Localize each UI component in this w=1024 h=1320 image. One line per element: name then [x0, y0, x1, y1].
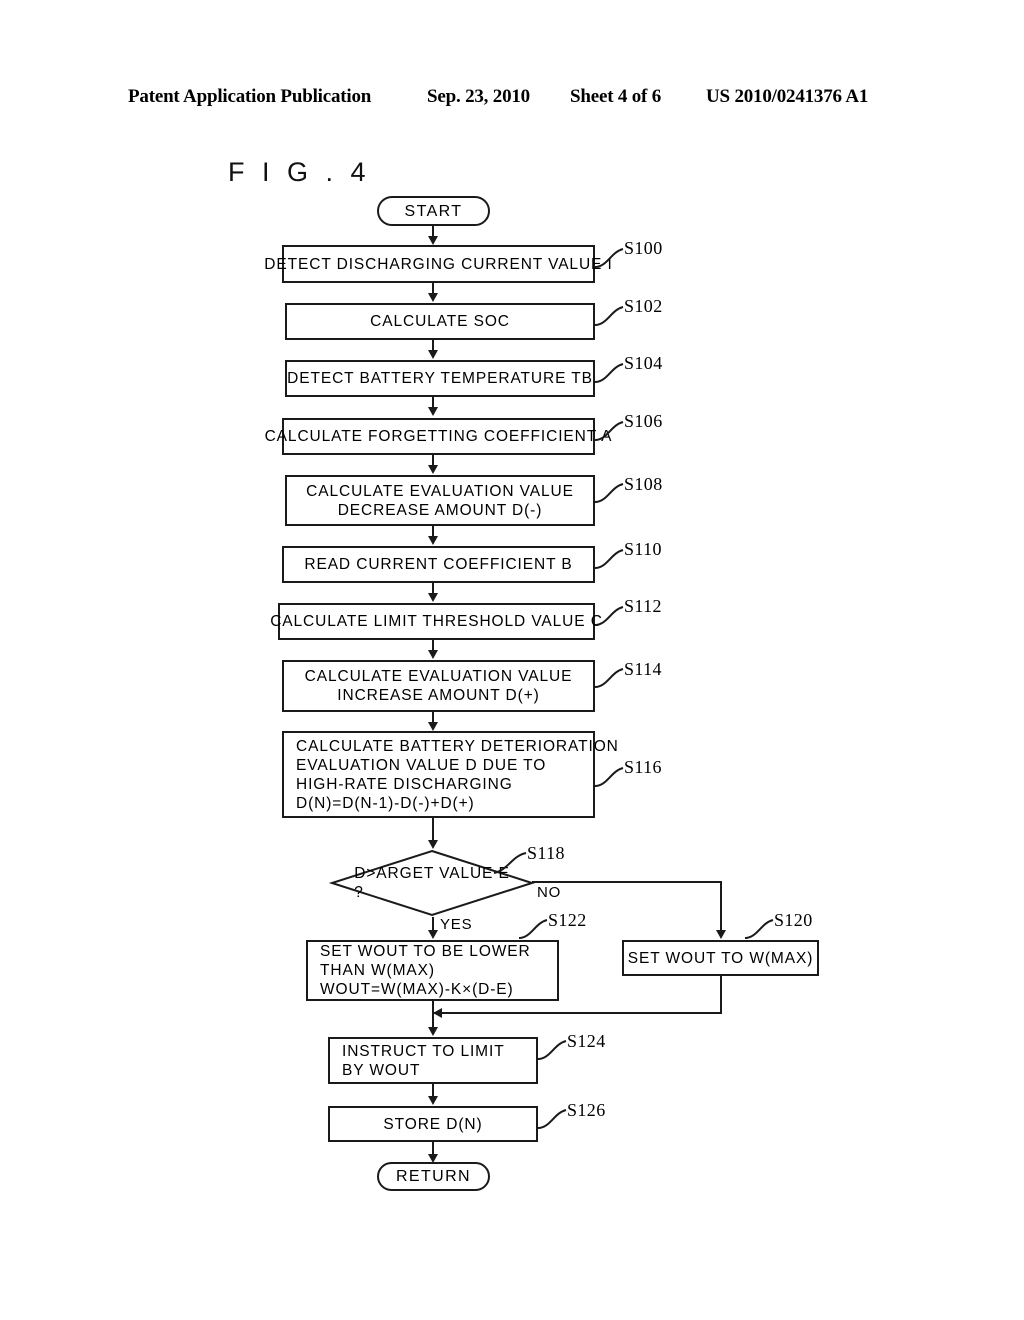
flow-node-return: RETURN	[377, 1162, 490, 1191]
figure-title: F I G . 4	[228, 157, 371, 187]
step-ref-s106: S106	[624, 411, 663, 431]
arrowhead-s106-to-s108	[428, 465, 438, 474]
step-ref-s120: S120	[774, 910, 813, 930]
leader-line-s112	[594, 606, 624, 626]
flow-node-s126: STORE D(N)	[328, 1106, 538, 1142]
arrowhead-s114-to-s116	[428, 722, 438, 731]
leader-line-s102	[594, 306, 624, 326]
connector-s118-yes-vertical	[432, 917, 434, 931]
step-ref-s122: S122	[548, 910, 587, 930]
step-ref-s124: S124	[567, 1031, 606, 1051]
leader-line-s122	[518, 919, 548, 939]
arrowhead-s100-to-s102	[428, 293, 438, 302]
flow-node-s116: CALCULATE BATTERY DETERIORATION EVALUATI…	[282, 731, 618, 818]
branch-label-yes: YES	[440, 916, 473, 933]
arrowhead-yes-to-s122	[428, 930, 438, 939]
leader-line-s120	[744, 919, 774, 939]
page-header: Patent Application Publication Sep. 23, …	[0, 86, 1024, 112]
flow-node-s122: SET WOUT TO BE LOWER THAN W(MAX) WOUT=W(…	[306, 940, 559, 1001]
flow-node-s110: READ CURRENT COEFFICIENT B	[282, 546, 595, 583]
leader-line-s104	[594, 363, 624, 383]
flow-node-s106: CALCULATE FORGETTING COEFFICIENT A	[265, 418, 612, 455]
step-ref-s102: S102	[624, 296, 663, 316]
arrowhead-s104-to-s106	[428, 407, 438, 416]
connector-s116-to-s118	[432, 818, 434, 841]
connector-s122-to-s124	[432, 1001, 434, 1028]
header-publication-label: Patent Application Publication	[128, 86, 372, 107]
arrowhead-merge-to-s124	[428, 1027, 438, 1036]
connector-s118-no-vertical	[720, 881, 722, 931]
header-sheet-label: Sheet 4 of 6	[570, 86, 662, 107]
step-ref-s112: S112	[624, 596, 662, 616]
step-ref-s100: S100	[624, 238, 663, 258]
leader-line-s106	[594, 421, 624, 441]
connector-s118-no-horizontal	[532, 881, 722, 883]
arrowhead-s108-to-s110	[428, 536, 438, 545]
leader-line-s116	[594, 767, 624, 787]
flow-node-start: START	[377, 196, 490, 226]
header-publication-number: US 2010/0241376 A1	[706, 86, 869, 107]
flow-node-s104: DETECT BATTERY TEMPERATURE TB	[285, 360, 595, 397]
arrowhead-s102-to-s104	[428, 350, 438, 359]
branch-label-no: NO	[537, 884, 562, 901]
flow-node-s120: SET WOUT TO W(MAX)	[622, 940, 819, 976]
connector-merge-horizontal	[432, 1012, 722, 1014]
step-ref-s108: S108	[624, 474, 663, 494]
patent-figure-page: Patent Application Publication Sep. 23, …	[0, 0, 1024, 1320]
connector-s120-down	[720, 976, 722, 1014]
arrowhead-s110-to-s112	[428, 593, 438, 602]
leader-line-s118	[493, 852, 527, 874]
flow-node-s108: CALCULATE EVALUATION VALUE DECREASE AMOU…	[285, 475, 595, 526]
flow-node-s112: CALCULATE LIMIT THRESHOLD VALUE C	[270, 603, 602, 640]
flow-node-s102: CALCULATE SOC	[285, 303, 595, 340]
arrowhead-merge-left	[433, 1008, 442, 1018]
leader-line-s110	[594, 549, 624, 569]
arrowhead-no-to-s120	[716, 930, 726, 939]
step-ref-s110: S110	[624, 539, 662, 559]
step-ref-s118: S118	[527, 843, 565, 863]
flow-node-s100: DETECT DISCHARGING CURRENT VALUE I	[264, 245, 612, 283]
leader-line-s100	[594, 248, 624, 268]
flow-node-s114: CALCULATE EVALUATION VALUE INCREASE AMOU…	[282, 660, 595, 712]
flow-node-s124: INSTRUCT TO LIMIT BY WOUT	[328, 1037, 538, 1084]
step-ref-s114: S114	[624, 659, 662, 679]
arrowhead-s116-to-s118	[428, 840, 438, 849]
leader-line-s124	[537, 1040, 567, 1060]
step-ref-s104: S104	[624, 353, 663, 373]
step-ref-s126: S126	[567, 1100, 606, 1120]
leader-line-s114	[594, 668, 624, 688]
header-date-label: Sep. 23, 2010	[427, 86, 530, 107]
arrowhead-start-to-s100	[428, 236, 438, 245]
leader-line-s108	[594, 483, 624, 503]
arrowhead-s112-to-s114	[428, 650, 438, 659]
arrowhead-s124-to-s126	[428, 1096, 438, 1105]
leader-line-s126	[537, 1109, 567, 1129]
step-ref-s116: S116	[624, 757, 662, 777]
